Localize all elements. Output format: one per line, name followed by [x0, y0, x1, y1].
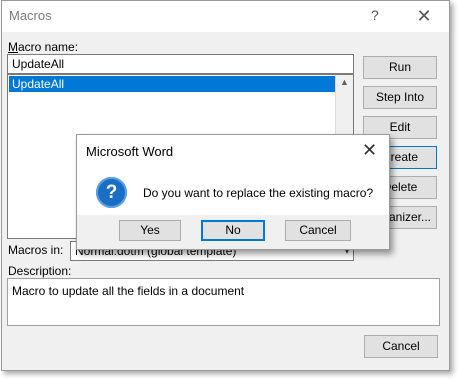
no-button[interactable]: No: [201, 220, 265, 241]
confirm-footer: Yes No Cancel: [77, 215, 389, 249]
step-into-button[interactable]: Step Into: [363, 86, 437, 109]
scroll-up-icon[interactable]: ▲: [340, 77, 349, 87]
question-icon: ?: [96, 177, 127, 208]
description-label: Description:: [8, 264, 72, 278]
macro-name-input[interactable]: UpdateAll: [7, 54, 354, 74]
close-icon[interactable]: ✕: [407, 4, 441, 28]
title-bar: Macros ? ✕: [2, 1, 449, 32]
confirm-message: Do you want to replace the existing macr…: [143, 186, 374, 200]
run-button[interactable]: Run: [363, 56, 437, 79]
description-field: Macro to update all the fields in a docu…: [7, 278, 440, 326]
description-value: Macro to update all the fields in a docu…: [12, 284, 245, 298]
list-item-label: UpdateAll: [12, 77, 65, 91]
confirm-cancel-button[interactable]: Cancel: [285, 220, 351, 241]
help-icon[interactable]: ?: [371, 7, 379, 23]
confirm-dialog-title: Microsoft Word: [86, 144, 174, 159]
macro-name-label: Macro name:: [8, 40, 79, 54]
macros-in-label: Macros in:: [8, 243, 64, 257]
close-icon[interactable]: ✕: [362, 140, 377, 161]
cancel-button[interactable]: Cancel: [364, 335, 438, 358]
macro-name-label-rest: acro name:: [18, 40, 79, 54]
macro-name-value: UpdateAll: [12, 57, 65, 71]
yes-button[interactable]: Yes: [119, 220, 181, 241]
dialog-title: Macros: [9, 8, 52, 23]
confirm-dialog: Microsoft Word ✕ ? Do you want to replac…: [76, 134, 390, 250]
list-item-selected[interactable]: UpdateAll: [9, 76, 336, 92]
